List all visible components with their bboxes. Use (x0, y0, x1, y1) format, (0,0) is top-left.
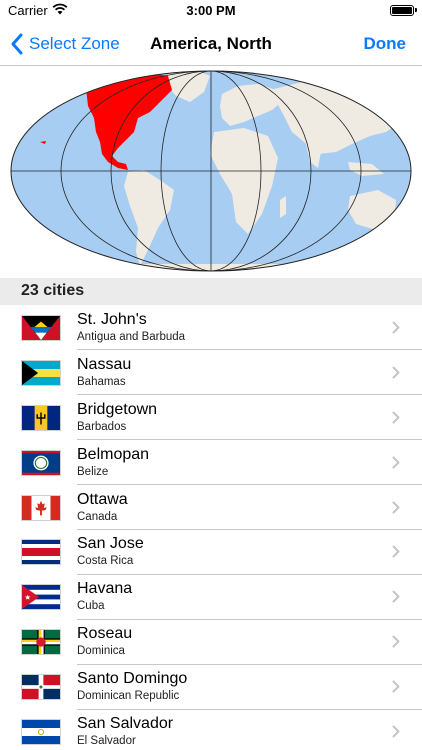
belize-flag-icon (21, 449, 61, 476)
world-map (0, 66, 422, 278)
costa-rica-flag-icon (21, 539, 61, 566)
country-name: El Salvador (77, 735, 136, 748)
country-name: Dominican Republic (77, 690, 180, 703)
barbados-flag-icon (21, 404, 61, 431)
chevron-right-icon (392, 321, 400, 334)
city-name: Nassau (77, 355, 132, 373)
canada-flag-icon (21, 494, 61, 521)
city-row-san-salvador[interactable]: San Salvador El Salvador (0, 709, 422, 750)
country-name: Belize (77, 465, 109, 478)
chevron-right-icon (392, 501, 400, 514)
city-row-santo-domingo[interactable]: Santo Domingo Dominican Republic (0, 664, 422, 710)
chevron-right-icon (392, 635, 400, 648)
chevron-right-icon (392, 725, 400, 738)
city-name: San Salvador (77, 715, 174, 733)
city-name: Roseau (77, 625, 133, 643)
navigation-bar: Select Zone America, North Done (0, 22, 422, 66)
city-row-bridgetown[interactable]: Bridgetown Barbados (0, 395, 422, 440)
country-name: Barbados (77, 420, 127, 433)
antigua-and-barbuda-flag-icon (21, 315, 61, 341)
city-name: Santo Domingo (77, 670, 188, 688)
chevron-right-icon (392, 545, 400, 558)
country-name: Cuba (77, 600, 105, 613)
chevron-right-icon (392, 456, 400, 469)
city-count-label: 23 cities (21, 282, 85, 299)
section-header: 23 cities (0, 278, 422, 305)
el-salvador-flag-icon (21, 719, 61, 746)
page-title: America, North (150, 34, 272, 53)
city-name: Ottawa (77, 490, 128, 508)
battery-icon (390, 5, 417, 16)
city-row-st-johns[interactable]: St. John's Antigua and Barbuda (0, 305, 422, 350)
city-row-roseau[interactable]: Roseau Dominica (0, 619, 422, 665)
city-name: Havana (77, 580, 133, 598)
country-name: Dominica (77, 645, 125, 658)
city-row-belmopan[interactable]: Belmopan Belize (0, 440, 422, 485)
country-name: Canada (77, 510, 118, 523)
city-row-ottawa[interactable]: Ottawa Canada (0, 485, 422, 530)
dominican-republic-flag-icon (21, 674, 61, 701)
cuba-flag-icon (21, 584, 61, 611)
status-bar: Carrier 3:00 PM (0, 0, 422, 22)
chevron-right-icon (392, 680, 400, 693)
city-name: St. John's (77, 311, 147, 328)
country-name: Bahamas (77, 375, 126, 388)
done-button[interactable]: Done (364, 22, 407, 66)
city-row-san-jose[interactable]: San Jose Costa Rica (0, 529, 422, 575)
country-name: Costa Rica (77, 555, 134, 568)
city-row-havana[interactable]: Havana Cuba (0, 574, 422, 620)
city-name: Belmopan (77, 445, 150, 463)
world-map-graphic (10, 70, 412, 272)
chevron-right-icon (392, 590, 400, 603)
dominica-flag-icon (21, 629, 61, 656)
city-row-nassau[interactable]: Nassau Bahamas (0, 350, 422, 395)
chevron-right-icon (392, 366, 400, 379)
city-list: St. John's Antigua and Barbuda Nassau Ba… (0, 305, 422, 750)
chevron-right-icon (392, 411, 400, 424)
country-name: Antigua and Barbuda (77, 331, 186, 343)
city-name: San Jose (77, 535, 144, 553)
city-name: Bridgetown (77, 400, 158, 418)
bahamas-flag-icon (21, 359, 61, 386)
status-time: 3:00 PM (186, 3, 236, 18)
